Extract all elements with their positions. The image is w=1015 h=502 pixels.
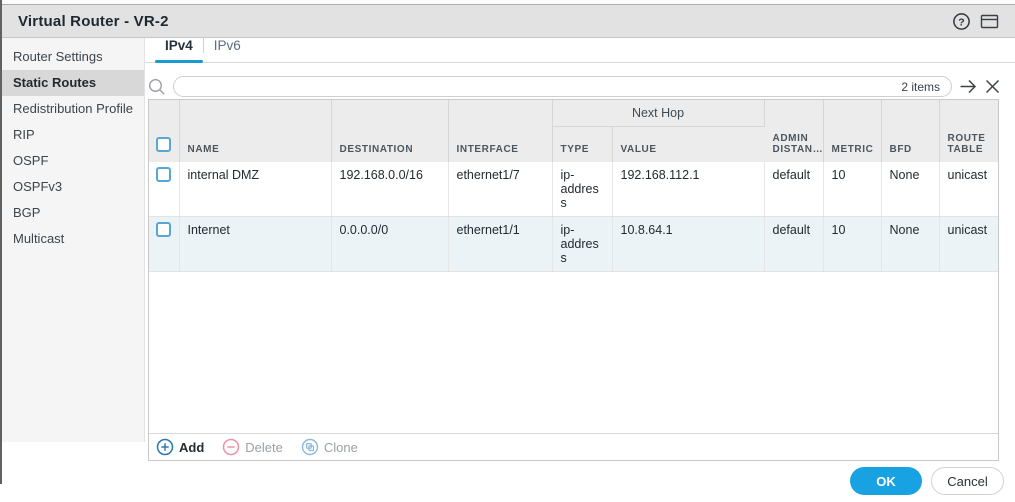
static-routes-table: NAME DESTINATION INTERFACE Next Hop ADMI… bbox=[148, 99, 999, 461]
tab-bar: IPv4 IPv6 bbox=[145, 38, 1015, 63]
cell-value: 10.8.64.1 bbox=[612, 217, 764, 272]
column-header-type[interactable]: TYPE bbox=[552, 126, 612, 162]
column-header-admin-distance[interactable]: ADMIN DISTAN… bbox=[764, 100, 823, 162]
sidebar-item-ospf[interactable]: OSPF bbox=[0, 148, 144, 174]
delete-button[interactable]: Delete bbox=[222, 438, 283, 456]
cell-metric: 10 bbox=[823, 162, 881, 217]
select-all-cell bbox=[149, 100, 179, 162]
row-select-cell bbox=[149, 217, 179, 272]
background-text-fragment: 0/4 bbox=[2, 0, 17, 3]
dialog-sidebar: Router Settings Static Routes Redistribu… bbox=[0, 38, 145, 442]
cell-bfd: None bbox=[881, 217, 939, 272]
dialog-titlebar: Virtual Router - VR-2 ? bbox=[0, 4, 1015, 38]
row-checkbox[interactable] bbox=[156, 222, 171, 237]
svg-text:?: ? bbox=[958, 16, 964, 28]
cell-route-table: unicast bbox=[939, 217, 998, 272]
window-icon bbox=[980, 13, 999, 30]
cancel-button[interactable]: Cancel bbox=[931, 467, 1004, 495]
window-button[interactable] bbox=[980, 13, 999, 30]
items-count-badge: 2 items bbox=[901, 80, 940, 94]
cell-metric: 10 bbox=[823, 217, 881, 272]
cell-type: ip-address bbox=[552, 217, 612, 272]
sidebar-item-ospfv3[interactable]: OSPFv3 bbox=[0, 174, 144, 200]
delete-button-label: Delete bbox=[245, 440, 283, 455]
column-header-value[interactable]: VALUE bbox=[612, 126, 764, 162]
dialog-footer: OK Cancel bbox=[0, 467, 1004, 495]
column-header-bfd[interactable]: BFD bbox=[881, 100, 939, 162]
sidebar-item-redistribution-profile[interactable]: Redistribution Profile bbox=[0, 96, 144, 122]
column-header-destination[interactable]: DESTINATION bbox=[331, 100, 448, 162]
ok-button[interactable]: OK bbox=[850, 467, 922, 495]
background-page-sliver: 0/4 Static Routes: 1 bbox=[0, 0, 1015, 4]
add-button-label: Add bbox=[179, 440, 204, 455]
add-plus-icon bbox=[156, 438, 174, 456]
cell-bfd: None bbox=[881, 162, 939, 217]
select-all-checkbox[interactable] bbox=[156, 137, 171, 152]
tab-ipv4[interactable]: IPv4 bbox=[155, 38, 203, 62]
sidebar-item-multicast[interactable]: Multicast bbox=[0, 226, 144, 252]
column-header-route-table[interactable]: ROUTE TABLE bbox=[939, 100, 998, 162]
clone-button-label: Clone bbox=[324, 440, 358, 455]
background-text-fragment: Static Routes: 1 bbox=[221, 0, 299, 3]
cell-value: 192.168.112.1 bbox=[612, 162, 764, 217]
dialog-title: Virtual Router - VR-2 bbox=[18, 13, 169, 30]
cell-admin-distance: default bbox=[764, 217, 823, 272]
cell-interface: ethernet1/7 bbox=[448, 162, 552, 217]
sidebar-item-static-routes[interactable]: Static Routes bbox=[0, 70, 144, 96]
cell-destination: 192.168.0.0/16 bbox=[331, 162, 448, 217]
sidebar-item-bgp[interactable]: BGP bbox=[0, 200, 144, 226]
sidebar-item-router-settings[interactable]: Router Settings bbox=[0, 44, 144, 70]
column-header-metric[interactable]: METRIC bbox=[823, 100, 881, 162]
row-checkbox[interactable] bbox=[156, 167, 171, 182]
help-icon: ? bbox=[952, 12, 971, 31]
sidebar-item-rip[interactable]: RIP bbox=[0, 122, 144, 148]
help-button[interactable]: ? bbox=[952, 12, 971, 31]
add-button[interactable]: Add bbox=[156, 438, 204, 456]
column-group-next-hop: Next Hop bbox=[552, 100, 764, 126]
clone-icon bbox=[301, 438, 319, 456]
background-page-edge bbox=[0, 0, 2, 484]
row-select-cell bbox=[149, 162, 179, 217]
cell-destination: 0.0.0.0/0 bbox=[331, 217, 448, 272]
cell-admin-distance: default bbox=[764, 162, 823, 217]
cell-interface: ethernet1/1 bbox=[448, 217, 552, 272]
table-empty-area bbox=[149, 272, 998, 433]
search-input[interactable]: 2 items bbox=[173, 76, 952, 97]
table-toolbar: Add Delete Clone bbox=[149, 433, 998, 460]
delete-minus-icon bbox=[222, 438, 240, 456]
search-icon[interactable] bbox=[148, 78, 166, 96]
cell-name: internal DMZ bbox=[179, 162, 331, 217]
apply-filter-arrow-icon[interactable] bbox=[959, 78, 978, 95]
cell-route-table: unicast bbox=[939, 162, 998, 217]
clone-button[interactable]: Clone bbox=[301, 438, 358, 456]
column-header-name[interactable]: NAME bbox=[179, 100, 331, 162]
cell-type: ip-address bbox=[552, 162, 612, 217]
table-row[interactable]: Internet 0.0.0.0/0 ethernet1/1 ip-addres… bbox=[149, 217, 998, 272]
cell-name: Internet bbox=[179, 217, 331, 272]
search-row: 2 items bbox=[148, 76, 1000, 97]
tab-ipv6[interactable]: IPv6 bbox=[204, 38, 251, 62]
column-header-interface[interactable]: INTERFACE bbox=[448, 100, 552, 162]
table-row[interactable]: internal DMZ 192.168.0.0/16 ethernet1/7 … bbox=[149, 162, 998, 217]
clear-filter-x-icon[interactable] bbox=[985, 79, 1000, 94]
